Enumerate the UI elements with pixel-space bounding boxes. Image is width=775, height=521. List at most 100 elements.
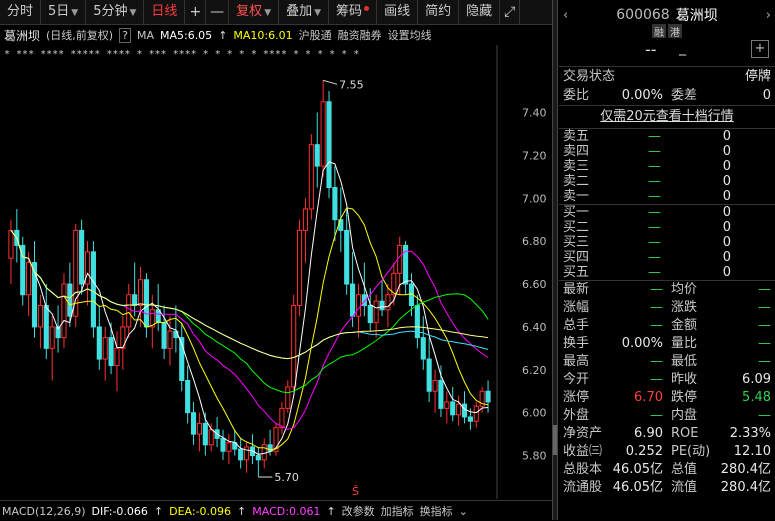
stat-label: PE(动) bbox=[671, 444, 711, 459]
set-ma-button[interactable]: 设置均线 bbox=[388, 27, 432, 43]
candle-body bbox=[485, 390, 491, 403]
stats-row: 净资产 6.90 ROE 2.33% bbox=[559, 425, 775, 443]
stats-row: 涨停 6.70 跌停 5.48 bbox=[559, 389, 775, 407]
candle-body bbox=[255, 455, 261, 461]
stat-label: 涨停 bbox=[563, 390, 590, 405]
splitter-grip-icon[interactable] bbox=[553, 425, 557, 455]
weibi-value: 0.00% bbox=[621, 88, 663, 103]
candle-body bbox=[238, 448, 244, 461]
candle-body bbox=[102, 337, 108, 360]
stat-label: 换手 bbox=[563, 336, 590, 351]
overlay-button[interactable]: 叠加 ▼ bbox=[279, 0, 330, 24]
candle-body bbox=[84, 251, 91, 285]
candle-body bbox=[332, 187, 338, 221]
arrow-up-icon: ↑ bbox=[326, 504, 336, 518]
add-watch-button[interactable]: + bbox=[751, 40, 769, 58]
stock-title: 葛洲坝 bbox=[675, 8, 718, 24]
ma10-value: MA10:6.01 bbox=[233, 28, 293, 42]
chips-button[interactable]: 筹码 bbox=[329, 0, 378, 24]
stat-label: ROE bbox=[671, 426, 699, 441]
candle-body bbox=[426, 358, 432, 392]
swap-indicator-button[interactable]: 换指标 bbox=[420, 503, 453, 519]
stat-value: — bbox=[758, 318, 771, 333]
candle-body bbox=[467, 416, 473, 422]
stat-label: 今开 bbox=[563, 372, 590, 387]
macd-value: MACD:0.061 bbox=[252, 504, 321, 518]
rzrq-label[interactable]: 融资融券 bbox=[338, 27, 382, 43]
candle-body bbox=[350, 283, 356, 317]
stat-value: 0.252 bbox=[625, 444, 663, 459]
candle-body bbox=[208, 429, 214, 446]
dea-value: DEA:-0.096 bbox=[169, 504, 232, 518]
tab-5min-label: 5分钟 bbox=[93, 4, 128, 19]
stat-value: 280.4亿 bbox=[720, 462, 771, 477]
candle-body bbox=[26, 262, 32, 296]
stats-row: 最新 — 均价 — bbox=[559, 281, 775, 299]
buy-level-row: 买四 — 0 bbox=[559, 250, 775, 265]
hide-button[interactable]: 隐藏 bbox=[459, 0, 501, 24]
stats-row: 涨幅 — 涨跌 — bbox=[559, 299, 775, 317]
stat-value: — bbox=[650, 408, 663, 423]
add-indicator-button[interactable]: 加指标 bbox=[381, 503, 414, 519]
sell-level-price: — bbox=[648, 174, 661, 189]
sell-level-price: — bbox=[648, 159, 661, 174]
chart-toolbar: 分时 5日 ▼ 5分钟 ▼ 日线 + — 复权 ▼ 叠加 ▼ 筹码 画线 简约 隐藏 ⤢ bbox=[0, 0, 552, 25]
buy-level-row: 买三 — 0 bbox=[559, 235, 775, 250]
candlestick-chart[interactable]: * *** **** ***** **** * *** **** * * * *… bbox=[0, 45, 552, 499]
zoom-out-button[interactable]: — bbox=[206, 0, 230, 24]
tab-daily[interactable]: 日线 bbox=[144, 0, 186, 24]
stat-label: 最新 bbox=[563, 282, 590, 297]
buy-orders: 买一 — 0 买二 — 0 买三 — 0 买四 — 0 买五 — 0 bbox=[559, 205, 775, 280]
hgt-label[interactable]: 沪股通 bbox=[299, 27, 332, 43]
draw-button[interactable]: 画线 bbox=[377, 0, 419, 24]
buy-level-price: — bbox=[648, 250, 661, 265]
stat-label: 内盘 bbox=[671, 408, 698, 423]
candle-body bbox=[220, 437, 226, 452]
change-param-button[interactable]: 改参数 bbox=[342, 503, 375, 519]
candle-body bbox=[8, 229, 14, 259]
candle-body bbox=[61, 283, 67, 339]
candle-body bbox=[414, 304, 420, 339]
candle-body bbox=[367, 304, 373, 324]
stat-label: 外盘 bbox=[563, 408, 590, 423]
stat-value: — bbox=[650, 282, 663, 297]
candle-body bbox=[49, 326, 55, 349]
sell-level-label: 卖五 bbox=[563, 129, 590, 144]
y-tick-label: 7.00 bbox=[522, 192, 547, 205]
y-tick-label: 6.40 bbox=[522, 321, 547, 334]
sell-level-label: 卖四 bbox=[563, 144, 590, 159]
y-tick-label: 6.80 bbox=[522, 235, 547, 248]
sell-level-row: 卖五 — 0 bbox=[559, 129, 775, 144]
stat-value: — bbox=[758, 300, 771, 315]
chevron-left-icon[interactable]: ‹ bbox=[563, 8, 568, 23]
stat-label: 总股本 bbox=[563, 462, 603, 477]
promo-link[interactable]: 仅需20元查看十档行情 bbox=[559, 106, 775, 128]
stats-row: 换手 0.00% 量比 — bbox=[559, 335, 775, 353]
sell-level-volume: 0 bbox=[722, 159, 731, 174]
tab-5day[interactable]: 5日 ▼ bbox=[41, 0, 87, 24]
chevron-down-icon: ▼ bbox=[264, 8, 272, 18]
sell-level-price: — bbox=[648, 144, 661, 159]
stat-value: 6.09 bbox=[742, 372, 771, 387]
stat-value: — bbox=[650, 354, 663, 369]
fullscreen-icon[interactable]: ⤢ bbox=[500, 0, 521, 24]
simple-button[interactable]: 简约 bbox=[418, 0, 460, 24]
stat-label: 总手 bbox=[563, 318, 590, 333]
y-tick-label: 6.20 bbox=[522, 364, 547, 377]
panel-splitter[interactable] bbox=[552, 0, 558, 520]
help-icon[interactable]: ? bbox=[119, 27, 131, 43]
tab-5min[interactable]: 5分钟 ▼ bbox=[86, 0, 145, 24]
tab-intraday[interactable]: 分时 bbox=[0, 0, 42, 24]
candle-body bbox=[344, 229, 350, 285]
chevron-right-icon[interactable]: › bbox=[766, 8, 771, 23]
candle-body bbox=[397, 244, 403, 274]
zoom-in-button[interactable]: + bbox=[185, 0, 207, 24]
collapse-icon[interactable]: ⌄ bbox=[459, 505, 468, 518]
annotation-label: 7.55 bbox=[339, 78, 364, 91]
ma5-value: MA5:6.05 bbox=[159, 28, 213, 42]
buy-level-volume: 0 bbox=[722, 220, 731, 235]
candle-body bbox=[96, 326, 102, 360]
stat-value: — bbox=[650, 300, 663, 315]
adjust-button[interactable]: 复权 ▼ bbox=[229, 0, 280, 24]
buy-level-row: 买一 — 0 bbox=[559, 205, 775, 220]
